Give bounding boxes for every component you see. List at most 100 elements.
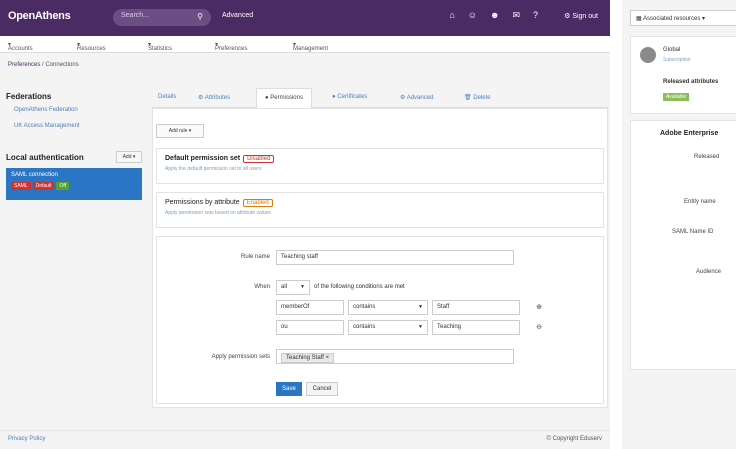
menu-accounts[interactable]: Accounts ▾	[8, 41, 33, 52]
rule-title: Default permission set	[165, 155, 241, 162]
top-navigation-bar: OpenAthens Search... ⚲ Advanced ⌂ ☺ ☻ ✉ …	[0, 0, 610, 36]
menu-statistics[interactable]: Statistics ▾	[148, 41, 172, 52]
add-connection-button[interactable]: Add ▾	[116, 151, 142, 163]
user-icon[interactable]: ☺	[468, 10, 477, 21]
users-icon[interactable]: ☻	[490, 10, 499, 21]
status-badge: Disabled	[243, 155, 275, 163]
rule-description: Apply the default permission set to all …	[165, 166, 262, 172]
menu-accounts-label: Accounts	[8, 46, 33, 52]
rule-default-permission[interactable]: Default permission set Disabled Apply the…	[156, 148, 604, 184]
sidebar-item-openathens-federation[interactable]: OpenAthens Federation	[14, 107, 142, 113]
condition-value-input[interactable]: Teaching	[432, 320, 520, 335]
rule-name-label: Rule name	[240, 254, 270, 260]
home-icon[interactable]: ⌂	[449, 10, 454, 21]
when-label: When	[254, 284, 270, 290]
condition-operator-value: contains	[353, 324, 376, 330]
tab-delete[interactable]: 🗑 Delete	[464, 94, 491, 101]
cancel-button[interactable]: Cancel	[306, 382, 338, 396]
tab-advanced[interactable]: ⚙ Advanced	[400, 94, 433, 101]
when-select[interactable]: all ▼	[276, 280, 310, 295]
connections-sidebar: Federations OpenAthens Federation UK Acc…	[6, 92, 142, 200]
resource-card-adobe	[630, 120, 736, 370]
resource-name: Global	[663, 47, 681, 53]
page-footer: Privacy Policy © Copyright Eduserv	[0, 430, 610, 449]
tab-permissions-label: Permissions	[270, 95, 303, 101]
condition-attribute-input[interactable]: memberOf	[276, 300, 344, 315]
entity-name-label: Entity name	[684, 199, 716, 205]
sidebar-item-saml-connection[interactable]: SAML connection SAML Default Off	[6, 168, 142, 200]
status-badge: Enabled	[242, 199, 273, 207]
tab-details[interactable]: Details	[158, 94, 176, 100]
tab-certificates[interactable]: ● Certificates	[332, 94, 367, 100]
rule-permissions-by-attribute[interactable]: Permissions by attribute Enabled Apply pe…	[156, 192, 604, 228]
tab-attributes[interactable]: ⚙ Attributes	[198, 94, 230, 101]
when-description: of the following conditions are met	[314, 284, 405, 290]
rule-name-input[interactable]: Teaching staff	[276, 250, 514, 265]
help-icon[interactable]: ?	[533, 10, 538, 21]
permission-set-tag-label: Teaching Staff	[286, 355, 324, 361]
add-rule-label: Add rule	[168, 128, 188, 134]
tab-attributes-label: Attributes	[204, 95, 231, 101]
menu-management[interactable]: Management ▾	[293, 41, 328, 52]
released-attributes-label: Released attributes	[663, 79, 719, 85]
sign-out-link[interactable]: ⚙ Sign out	[564, 12, 598, 20]
tab-permissions[interactable]: ● Permissions	[256, 88, 312, 109]
openathens-logo[interactable]: OpenAthens	[8, 10, 71, 22]
menu-resources-label: Resources	[77, 46, 106, 52]
save-button[interactable]: Save	[276, 382, 302, 396]
menu-management-label: Management	[293, 46, 329, 52]
condition-attribute-input[interactable]: ou	[276, 320, 344, 335]
add-connection-label: Add	[122, 154, 132, 160]
condition-operator-select[interactable]: contains ▼	[348, 320, 428, 335]
rule-description: Apply permission sets based on attribute…	[165, 210, 271, 216]
sign-out-label: Sign out	[572, 13, 598, 20]
permission-sets-input[interactable]: Teaching Staff ×	[276, 349, 514, 364]
search-box[interactable]: Search... ⚲	[113, 9, 211, 26]
tab-certificates-label: Certificates	[337, 94, 368, 100]
saml-name-id-label: SAML Name ID	[672, 229, 714, 235]
add-condition-icon[interactable]: ⊕	[533, 302, 545, 314]
main-menu: Accounts ▾ Resources ▾ Statistics ▾ Pref…	[0, 36, 610, 53]
add-rule-button[interactable]: Add rule ▾	[156, 124, 204, 138]
remove-condition-icon[interactable]: ⊖	[533, 322, 545, 334]
adobe-enterprise-heading: Adobe Enterprise	[660, 130, 719, 137]
main-app: OpenAthens Search... ⚲ Advanced ⌂ ☺ ☻ ✉ …	[0, 0, 610, 449]
resource-card-global[interactable]: Global Subscription Released attributes …	[630, 36, 736, 114]
privacy-policy-link[interactable]: Privacy Policy	[8, 436, 45, 442]
permission-set-tag[interactable]: Teaching Staff ×	[281, 353, 335, 363]
menu-statistics-label: Statistics	[148, 46, 173, 52]
breadcrumb-current: Connections	[45, 62, 79, 68]
condition-value-input[interactable]: Staff	[432, 300, 520, 315]
sidebar-item-uk-access-management[interactable]: UK Access Management	[14, 123, 142, 129]
breadcrumb-preferences[interactable]: Preferences	[8, 62, 40, 68]
saml-connection-name: SAML connection	[11, 172, 58, 178]
local-authentication-heading: Local authentication	[6, 152, 84, 162]
audience-label: Audience	[696, 269, 722, 275]
status-badge-off: Off	[56, 182, 70, 190]
breadcrumb: Preferences / Connections	[8, 62, 79, 68]
condition-operator-value: contains	[353, 304, 376, 310]
copyright-text: © Copyright Eduserv	[546, 436, 602, 442]
menu-preferences-label: Preferences	[215, 46, 248, 52]
resource-subtitle: Subscription	[663, 57, 691, 63]
condition-operator-select[interactable]: contains ▼	[348, 300, 428, 315]
search-input[interactable]: Search...	[121, 12, 149, 19]
chevron-down-icon: ▼	[418, 324, 423, 330]
federations-heading: Federations	[6, 92, 52, 101]
globe-icon	[640, 47, 656, 63]
when-select-value: all	[281, 284, 288, 290]
apply-permission-sets-label: Apply permission sets	[211, 354, 270, 360]
advanced-search-link[interactable]: Advanced	[222, 12, 253, 19]
search-icon[interactable]: ⚲	[197, 12, 203, 21]
connection-tabs: Details ⚙ Attributes ● Permissions ● Cer…	[152, 88, 608, 109]
status-badge-saml: SAML	[11, 182, 31, 190]
menu-resources[interactable]: Resources ▾	[77, 41, 106, 52]
released-label: Released	[694, 154, 720, 160]
tab-delete-label: Delete	[473, 95, 491, 101]
resource-detail-panel: ▦ Associated resources ▾ Global Subscrip…	[622, 0, 736, 449]
associated-resources-button[interactable]: ▦ Associated resources ▾	[630, 10, 736, 26]
menu-preferences[interactable]: Preferences ▾	[215, 41, 247, 52]
chat-icon[interactable]: ✉	[512, 10, 520, 21]
chevron-down-icon: ▼	[418, 304, 423, 310]
tab-advanced-label: Advanced	[406, 95, 434, 101]
